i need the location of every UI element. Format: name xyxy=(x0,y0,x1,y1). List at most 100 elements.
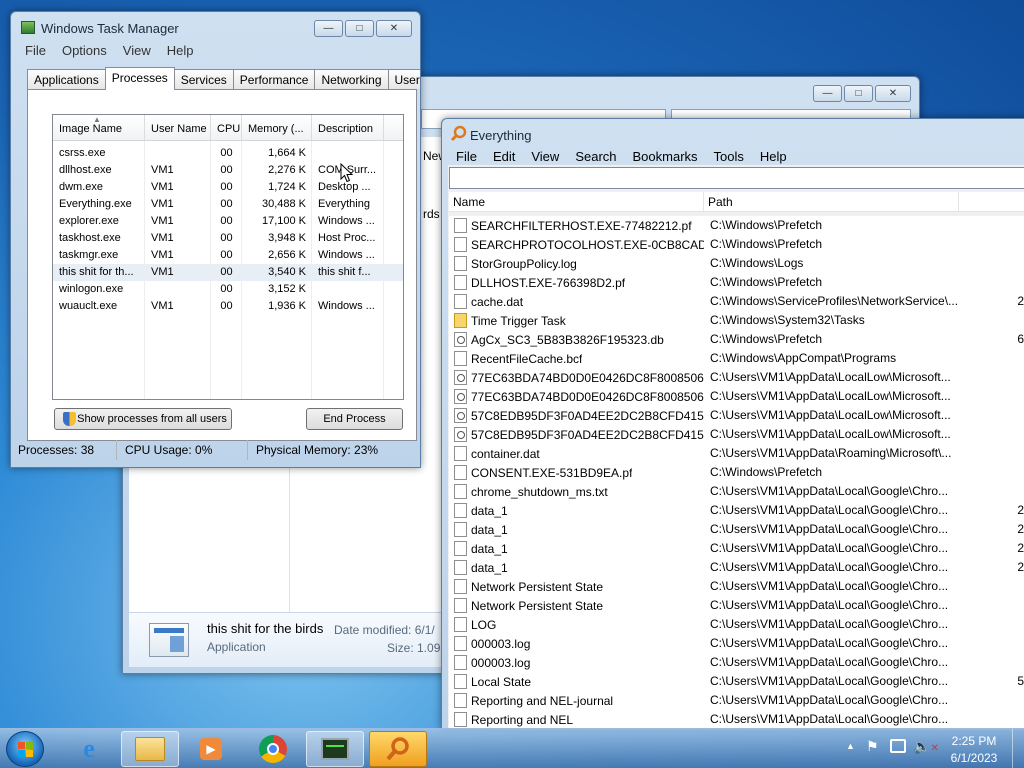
media-player-icon[interactable]: ▶ xyxy=(182,731,240,767)
search-input[interactable] xyxy=(449,167,1024,189)
result-row[interactable]: Network Persistent State C:\Users\VM1\App… xyxy=(449,596,1024,615)
result-row[interactable]: 57C8EDB95DF3F0AD4EE2DC2B8CFD4157 C:\Users… xyxy=(449,406,1024,425)
column-memory[interactable]: Memory (... xyxy=(242,115,312,140)
process-row[interactable]: taskhost.exe VM1 00 3,948 K Host Proc... xyxy=(53,230,403,247)
column-description[interactable]: Description xyxy=(312,115,384,140)
menu-bookmarks[interactable]: Bookmarks xyxy=(633,149,698,164)
menu-tools[interactable]: Tools xyxy=(714,149,744,164)
menu-file[interactable]: File xyxy=(25,43,46,58)
process-row[interactable]: explorer.exe VM1 00 17,100 K Windows ... xyxy=(53,213,403,230)
result-name-cell: 77EC63BDA74BD0D0E0426DC8F8008506 xyxy=(449,368,704,387)
volume-muted-icon[interactable]: 🔈✕ xyxy=(913,738,939,755)
menu-search[interactable]: Search xyxy=(575,149,616,164)
chrome-icon[interactable] xyxy=(244,731,302,767)
task-manager-window[interactable]: Windows Task Manager — □ ✕ File Options … xyxy=(10,11,421,468)
menu-view[interactable]: View xyxy=(123,43,151,58)
tab-applications[interactable]: Applications xyxy=(27,69,106,89)
show-hidden-icons-icon[interactable]: ▲ xyxy=(846,741,855,751)
result-row[interactable]: CONSENT.EXE-531BD9EA.pf C:\Windows\Prefet… xyxy=(449,463,1024,482)
process-cpu: 00 xyxy=(220,147,233,159)
process-row[interactable]: wuauclt.exe VM1 00 1,936 K Windows ... xyxy=(53,298,403,315)
result-row[interactable]: data_1 C:\Users\VM1\AppData\Local\Google\… xyxy=(449,539,1024,558)
maximize-button[interactable]: □ xyxy=(844,85,873,102)
process-user: VM1 xyxy=(151,232,174,244)
tab-networking[interactable]: Networking xyxy=(314,69,389,89)
result-name-cell: SEARCHFILTERHOST.EXE-77482212.pf xyxy=(449,216,704,235)
start-orb-icon[interactable] xyxy=(6,731,44,767)
process-list[interactable]: ▲ Image Name User Name CPU Memory (... De… xyxy=(52,114,404,400)
result-row[interactable]: chrome_shutdown_ms.txt C:\Users\VM1\AppDa… xyxy=(449,482,1024,501)
minimize-button[interactable]: — xyxy=(314,20,343,37)
file-icon xyxy=(454,484,467,499)
minimize-button[interactable]: — xyxy=(813,85,842,102)
tab-services[interactable]: Services xyxy=(173,69,234,89)
column-path[interactable]: Path xyxy=(704,192,959,211)
result-row[interactable]: DLLHOST.EXE-766398D2.pf C:\Windows\Prefet… xyxy=(449,273,1024,292)
result-row[interactable]: data_1 C:\Users\VM1\AppData\Local\Google\… xyxy=(449,501,1024,520)
process-row[interactable]: taskmgr.exe VM1 00 2,656 K Windows ... xyxy=(53,247,403,264)
column-size[interactable] xyxy=(959,192,1024,211)
result-name: LOG xyxy=(471,617,497,632)
clock[interactable]: 2:25 PM 6/1/2023 xyxy=(946,734,1002,765)
result-row[interactable]: RecentFileCache.bcf C:\Windows\AppCompat\… xyxy=(449,349,1024,368)
file-icon xyxy=(454,636,467,651)
windows-explorer-icon[interactable] xyxy=(121,731,179,767)
close-button[interactable]: ✕ xyxy=(376,20,412,37)
result-path: C:\Windows\Prefetch xyxy=(710,465,823,479)
result-row[interactable]: 77EC63BDA74BD0D0E0426DC8F8008506 C:\Users… xyxy=(449,368,1024,387)
result-row[interactable]: data_1 C:\Users\VM1\AppData\Local\Google\… xyxy=(449,558,1024,577)
result-row[interactable]: 000003.log C:\Users\VM1\AppData\Local\Goo… xyxy=(449,634,1024,653)
show-desktop-button[interactable] xyxy=(1012,729,1024,768)
menu-view[interactable]: View xyxy=(531,149,559,164)
action-center-flag-icon[interactable]: ⚑ xyxy=(866,738,879,755)
tab-processes[interactable]: Processes xyxy=(104,67,175,90)
result-row[interactable]: SEARCHFILTERHOST.EXE-77482212.pf C:\Windo… xyxy=(449,216,1024,235)
menu-options[interactable]: Options xyxy=(62,43,107,58)
internet-explorer-icon[interactable]: e xyxy=(60,731,118,767)
end-process-button[interactable]: End Process xyxy=(306,408,403,430)
result-row[interactable]: 57C8EDB95DF3F0AD4EE2DC2B8CFD4157 C:\Users… xyxy=(449,425,1024,444)
menu-help[interactable]: Help xyxy=(167,43,194,58)
result-row[interactable]: data_1 C:\Users\VM1\AppData\Local\Google\… xyxy=(449,520,1024,539)
tab-performance[interactable]: Performance xyxy=(232,69,316,89)
result-row[interactable]: Time Trigger Task C:\Windows\System32\Tas… xyxy=(449,311,1024,330)
process-cpu: 00 xyxy=(220,249,233,261)
result-row[interactable]: StorGroupPolicy.log C:\Windows\Logs xyxy=(449,254,1024,273)
process-cpu: 00 xyxy=(220,164,233,176)
task-manager-taskbar-icon[interactable] xyxy=(306,731,364,767)
details-file-type: Application xyxy=(207,640,266,654)
result-row[interactable]: Reporting and NEL-journal C:\Users\VM1\Ap… xyxy=(449,691,1024,710)
result-row[interactable]: SEARCHPROTOCOLHOST.EXE-0CB8CADE... C:\Win… xyxy=(449,235,1024,254)
process-row[interactable]: csrss.exe 00 1,664 K xyxy=(53,145,403,162)
column-name[interactable]: Name xyxy=(449,192,704,211)
network-icon[interactable] xyxy=(890,739,906,753)
result-size xyxy=(964,254,1024,273)
process-row[interactable]: this shit for th... VM1 00 3,540 K this shit… xyxy=(53,264,403,281)
result-row[interactable]: 000003.log C:\Users\VM1\AppData\Local\Goo… xyxy=(449,653,1024,672)
process-memory: 1,724 K xyxy=(268,181,306,193)
result-row[interactable]: Reporting and NEL C:\Users\VM1\AppData\Lo… xyxy=(449,710,1024,728)
process-row[interactable]: Everything.exe VM1 00 30,488 K Everything xyxy=(53,196,403,213)
result-row[interactable]: cache.dat C:\Windows\ServiceProfiles\Netw… xyxy=(449,292,1024,311)
maximize-button[interactable]: □ xyxy=(345,20,374,37)
result-row[interactable]: 77EC63BDA74BD0D0E0426DC8F8008506 C:\Users… xyxy=(449,387,1024,406)
menu-file[interactable]: File xyxy=(456,149,477,164)
results-list[interactable]: SEARCHFILTERHOST.EXE-77482212.pf C:\Windo… xyxy=(449,216,1024,728)
process-description: this shit f... xyxy=(318,266,371,278)
result-row[interactable]: AgCx_SC3_5B83B3826F195323.db C:\Windows\P… xyxy=(449,330,1024,349)
column-image-name[interactable]: ▲ Image Name xyxy=(53,115,145,140)
result-size xyxy=(964,273,1024,292)
show-all-processes-button[interactable]: Show processes from all users xyxy=(54,408,232,430)
result-row[interactable]: Local State C:\Users\VM1\AppData\Local\Go… xyxy=(449,672,1024,691)
tab-users[interactable]: Users xyxy=(387,69,420,89)
result-row[interactable]: Network Persistent State C:\Users\VM1\App… xyxy=(449,577,1024,596)
result-row[interactable]: container.dat C:\Users\VM1\AppData\Roamin… xyxy=(449,444,1024,463)
everything-taskbar-icon[interactable] xyxy=(369,731,427,767)
close-button[interactable]: ✕ xyxy=(875,85,911,102)
result-row[interactable]: LOG C:\Users\VM1\AppData\Local\Google\Chr… xyxy=(449,615,1024,634)
menu-edit[interactable]: Edit xyxy=(493,149,515,164)
process-row[interactable]: winlogon.exe 00 3,152 K xyxy=(53,281,403,298)
column-cpu[interactable]: CPU xyxy=(211,115,242,140)
column-user-name[interactable]: User Name xyxy=(145,115,211,140)
menu-help[interactable]: Help xyxy=(760,149,787,164)
